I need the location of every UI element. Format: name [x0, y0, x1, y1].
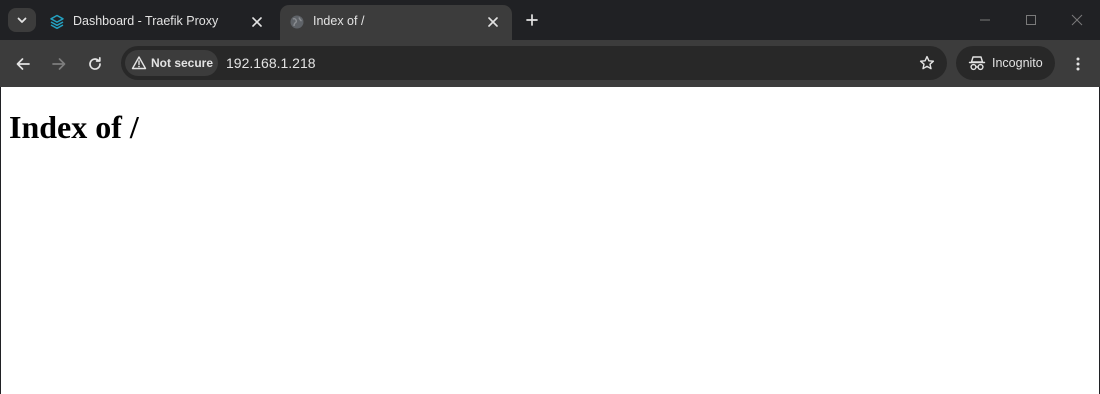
- incognito-chip[interactable]: Incognito: [956, 46, 1055, 80]
- close-icon[interactable]: [248, 13, 266, 31]
- page-viewport: Index of /: [1, 87, 1099, 394]
- maximize-button[interactable]: [1008, 6, 1054, 34]
- arrow-right-icon: [52, 58, 66, 70]
- plus-icon: [526, 14, 538, 26]
- tab-title: Dashboard - Traefik Proxy: [73, 14, 219, 28]
- security-chip[interactable]: Not secure: [125, 50, 218, 76]
- tab-traefik-dashboard[interactable]: Dashboard - Traefik Proxy: [40, 5, 276, 40]
- page-title: Index of /: [9, 109, 139, 145]
- minimize-button[interactable]: [962, 6, 1008, 34]
- tab-title: Index of /: [313, 14, 365, 28]
- forward-button[interactable]: [45, 50, 73, 78]
- address-bar[interactable]: Not secure 192.168.1.218: [121, 46, 947, 80]
- url-text[interactable]: 192.168.1.218: [226, 55, 316, 71]
- star-icon: [919, 55, 935, 70]
- more-vertical-icon: [1076, 57, 1080, 71]
- close-icon: [1071, 14, 1083, 26]
- browser-window: Dashboard - Traefik Proxy Index of / Not…: [0, 0, 1100, 394]
- reload-icon: [89, 56, 101, 70]
- security-label: Not secure: [151, 56, 214, 70]
- warning-icon: [131, 56, 147, 70]
- globe-icon: [290, 15, 304, 29]
- tab-index-of[interactable]: Index of /: [280, 5, 512, 40]
- back-button[interactable]: [9, 50, 37, 78]
- new-tab-button[interactable]: [520, 8, 544, 32]
- bookmark-button[interactable]: [917, 53, 937, 73]
- traefik-logo-icon: [50, 14, 64, 30]
- close-icon[interactable]: [484, 13, 502, 31]
- tab-search-button[interactable]: [8, 8, 36, 32]
- minimize-icon: [980, 19, 990, 21]
- maximize-icon: [1026, 15, 1036, 25]
- reload-button[interactable]: [81, 50, 109, 78]
- incognito-label: Incognito: [992, 56, 1043, 70]
- window-close-button[interactable]: [1054, 6, 1100, 34]
- arrow-left-icon: [16, 58, 30, 70]
- menu-button[interactable]: [1064, 50, 1092, 78]
- tab-strip: Dashboard - Traefik Proxy Index of /: [0, 0, 1100, 40]
- chevron-down-icon: [17, 17, 27, 23]
- toolbar: Not secure 192.168.1.218 Incognito: [0, 40, 1100, 87]
- incognito-icon: [968, 56, 986, 71]
